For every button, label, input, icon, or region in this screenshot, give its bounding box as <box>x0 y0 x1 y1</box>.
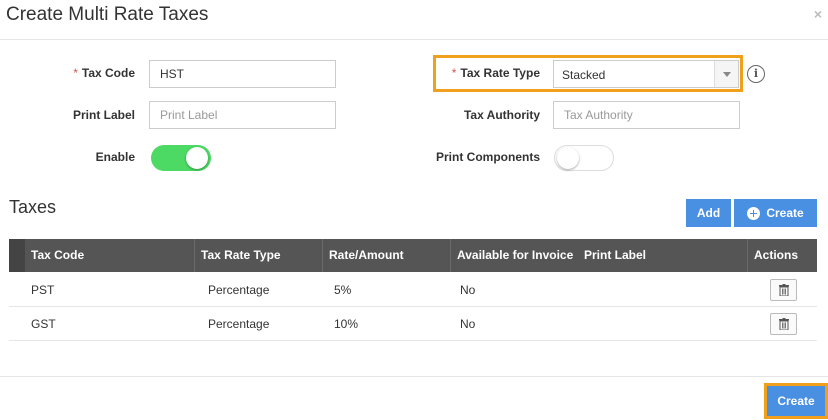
add-tax-button[interactable]: Add <box>686 199 731 227</box>
tax-code-label: * Tax Code <box>73 66 135 80</box>
delete-row-button[interactable] <box>770 279 797 301</box>
create-tax-button-label: Create <box>766 206 804 220</box>
table-row: PST Percentage 5% No <box>9 273 817 307</box>
cell-tax-code: GST <box>31 317 56 331</box>
taxes-section-title: Taxes <box>9 197 57 217</box>
tax-rate-type-label: * Tax Rate Type <box>451 66 540 80</box>
column-header-available-for-invoice[interactable]: Available for Invoice <box>450 239 573 272</box>
cell-rate-amount: 5% <box>334 283 352 297</box>
cell-tax-rate-type: Percentage <box>208 283 270 297</box>
modal-header: Create Multi Rate Taxes × <box>0 0 828 40</box>
cell-tax-rate-type: Percentage <box>208 317 270 331</box>
cell-available: No <box>460 283 476 297</box>
column-header-print-label[interactable]: Print Label <box>584 239 646 272</box>
plus-circle-icon <box>747 206 761 220</box>
toggle-knob <box>186 147 208 169</box>
create-tax-button[interactable]: Create <box>734 199 817 227</box>
modal-title: Create Multi Rate Taxes <box>6 4 209 25</box>
column-header-tax-code[interactable]: Tax Code <box>31 239 84 272</box>
tax-rate-type-value: Stacked <box>562 68 606 82</box>
delete-row-button[interactable] <box>770 313 797 335</box>
tax-authority-input[interactable] <box>553 101 740 129</box>
cell-available: No <box>460 317 476 331</box>
print-components-toggle[interactable] <box>554 145 614 171</box>
column-header-rate-amount[interactable]: Rate/Amount <box>322 239 404 272</box>
print-label-input[interactable] <box>149 101 336 129</box>
trash-icon <box>779 284 789 296</box>
close-icon[interactable]: × <box>814 6 822 22</box>
table-handle <box>9 239 25 272</box>
info-icon[interactable]: i <box>747 65 765 83</box>
cell-tax-code: PST <box>31 283 55 297</box>
enable-toggle[interactable] <box>151 145 211 171</box>
print-components-label: Print Components <box>436 150 540 164</box>
table-row: GST Percentage 10% No <box>9 307 817 341</box>
cell-rate-amount: 10% <box>334 317 359 331</box>
column-header-tax-rate-type[interactable]: Tax Rate Type <box>194 239 281 272</box>
column-header-actions: Actions <box>747 239 798 272</box>
required-mark: * <box>451 66 457 80</box>
tax-rate-type-select[interactable]: Stacked <box>553 60 739 88</box>
chevron-down-icon <box>714 61 738 87</box>
tax-authority-label: Tax Authority <box>463 108 540 122</box>
tax-code-input[interactable] <box>149 60 336 88</box>
create-button[interactable]: Create <box>767 386 825 416</box>
taxes-table-header: Tax Code Tax Rate Type Rate/Amount Avail… <box>9 239 817 272</box>
toggle-knob <box>557 147 579 169</box>
footer-divider <box>0 376 828 377</box>
print-label-label: Print Label <box>72 108 135 122</box>
required-mark: * <box>73 66 78 80</box>
trash-icon <box>779 318 789 330</box>
enable-label: Enable <box>95 150 135 164</box>
